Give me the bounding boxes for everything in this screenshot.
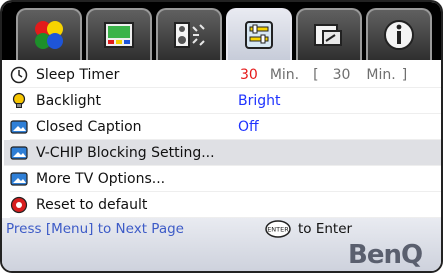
landscape-icon: [10, 119, 28, 134]
sleep-timer-label: Sleep Timer: [36, 66, 120, 83]
tab-bar: [2, 2, 441, 60]
sleep-timer-bracket-open: [: [313, 67, 319, 83]
reset-icon: [10, 196, 28, 213]
enter-button-icon: ENTER: [265, 220, 291, 238]
sleep-timer-number: 30: [240, 67, 258, 83]
footer-bar: Press [Menu] to Next Page ENTER to Enter…: [2, 218, 441, 271]
reset-label: Reset to default: [36, 196, 148, 213]
more-tv-options-label: More TV Options...: [36, 170, 166, 187]
bulb-icon: [12, 92, 26, 108]
enter-label: to Enter: [298, 221, 353, 237]
tab-picture[interactable]: [86, 8, 152, 60]
input-source-icon: [314, 24, 342, 46]
info-icon: [384, 20, 414, 50]
tab-input[interactable]: [296, 8, 362, 60]
tab-setup[interactable]: [226, 8, 292, 60]
menu-item-sleep-timer[interactable]: Sleep Timer 30 Min. [ 30 Min. ]: [10, 62, 441, 88]
sleep-timer-alt-number: 30: [332, 67, 351, 83]
closed-caption-value: Off: [238, 118, 259, 135]
color-balls-icon: [35, 21, 63, 49]
osd-menu-window: Sleep Timer 30 Min. [ 30 Min. ] Backligh…: [0, 0, 443, 273]
menu-item-closed-caption[interactable]: Closed Caption Off: [10, 114, 441, 140]
tab-audio[interactable]: [156, 8, 222, 60]
menu-list: Sleep Timer 30 Min. [ 30 Min. ] Backligh…: [2, 60, 441, 218]
enter-icon-text: ENTER: [267, 226, 289, 234]
vchip-label: V-CHIP Blocking Setting...: [36, 144, 215, 161]
settings-panel-icon: [245, 21, 273, 49]
menu-item-more-tv-options[interactable]: More TV Options...: [10, 166, 441, 192]
sleep-timer-value: 30 Min. [ 30 Min. ]: [240, 62, 407, 88]
tab-color[interactable]: [16, 8, 82, 60]
menu-item-reset[interactable]: Reset to default: [10, 192, 441, 218]
clock-icon: [10, 66, 28, 83]
menu-item-vchip[interactable]: V-CHIP Blocking Setting...: [4, 140, 441, 166]
tab-info[interactable]: [366, 8, 432, 60]
sleep-timer-alt-unit: Min.: [366, 67, 396, 83]
sleep-timer-bracket-close: ]: [401, 67, 408, 83]
brand-logo: BenQ: [348, 240, 423, 270]
monitor-picture-icon: [104, 22, 134, 48]
backlight-label: Backlight: [36, 92, 102, 109]
landscape-icon: [10, 145, 28, 160]
closed-caption-label: Closed Caption: [36, 118, 142, 135]
backlight-value: Bright: [238, 92, 281, 109]
menu-item-backlight[interactable]: Backlight Bright: [10, 88, 441, 114]
landscape-icon: [10, 171, 28, 186]
next-page-hint: Press [Menu] to Next Page: [6, 221, 184, 237]
speaker-sound-icon: [174, 22, 205, 48]
sleep-timer-unit: Min.: [269, 67, 300, 83]
